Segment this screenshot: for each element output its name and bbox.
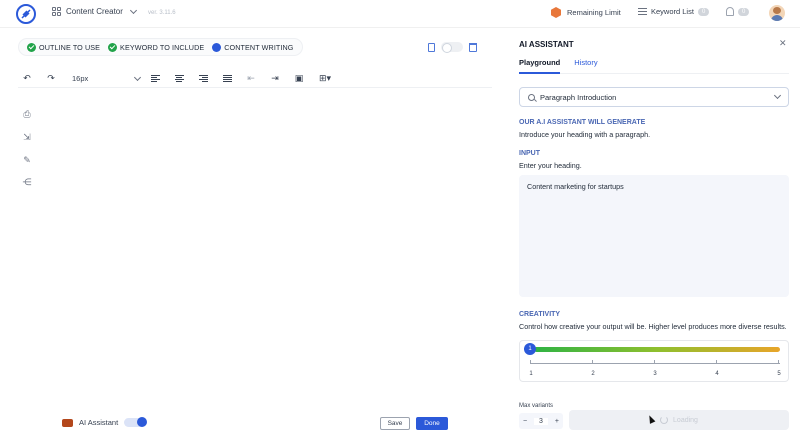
indent-icon[interactable]: ⇥ xyxy=(266,72,284,86)
creativity-description: Control how creative your output will be… xyxy=(519,322,787,331)
chevron-down-icon xyxy=(129,6,137,14)
generate-heading: OUR A.I ASSISTANT WILL GENERATE xyxy=(519,119,646,126)
max-variants-stepper: − 3 + xyxy=(519,413,563,429)
trash-icon[interactable] xyxy=(469,42,477,52)
check-circle-icon xyxy=(108,42,118,52)
scale-label: 3 xyxy=(653,371,657,377)
align-justify-icon[interactable] xyxy=(218,72,236,86)
list-icon xyxy=(638,8,647,15)
step-label: CONTENT WRITING xyxy=(224,42,294,52)
scale-tick xyxy=(530,360,531,364)
input-heading: INPUT xyxy=(519,150,540,157)
creativity-scale xyxy=(530,360,780,364)
tab-playground[interactable]: Playground xyxy=(519,58,561,74)
max-variants-value[interactable]: 3 xyxy=(534,417,548,425)
ai-assistant-switch[interactable]: AI Assistant xyxy=(62,417,148,427)
decrement-button[interactable]: − xyxy=(523,418,527,425)
app-name: Content Creator xyxy=(66,7,123,16)
align-right-icon[interactable] xyxy=(194,72,212,86)
limit-hexagon-icon xyxy=(551,7,561,18)
keyword-count-badge: 0 xyxy=(697,7,710,16)
scale-tick xyxy=(716,360,717,364)
font-size-select[interactable]: 16px xyxy=(72,73,142,83)
step-keywords[interactable]: KEYWORD TO INCLUDE xyxy=(104,42,208,52)
notification-count-badge: 0 xyxy=(738,7,750,16)
generate-description: Introduce your heading with a paragraph. xyxy=(519,130,651,139)
document-icon[interactable] xyxy=(428,42,435,52)
input-prompt: Enter your heading. xyxy=(519,161,582,170)
align-left-icon[interactable] xyxy=(146,72,164,86)
scale-label: 4 xyxy=(715,371,719,377)
outdent-icon[interactable]: ⇤ xyxy=(242,72,260,86)
share-icon[interactable]: ⋲ xyxy=(22,177,32,187)
heading-input[interactable]: Content marketing for startups xyxy=(519,175,789,297)
loading-spinner-icon xyxy=(660,416,669,424)
increment-button[interactable]: + xyxy=(555,418,559,425)
scale-tick xyxy=(778,360,779,364)
font-size-value: 16px xyxy=(72,74,89,83)
editor-toolbar: ↶ ↷ 16px ⇤ ⇥ ▣ ⊞▾ xyxy=(18,70,492,88)
scale-tick xyxy=(654,360,655,364)
user-avatar[interactable] xyxy=(769,5,785,21)
workflow-steps: OUTLINE TO USE KEYWORD TO INCLUDE CONTEN… xyxy=(18,38,303,56)
export-file-icon[interactable]: ⇲ xyxy=(22,132,32,142)
search-icon xyxy=(528,93,535,101)
redo-icon[interactable]: ↷ xyxy=(42,72,60,86)
remaining-limit-label: Remaining Limit xyxy=(567,8,621,17)
app-switcher[interactable]: Content Creator xyxy=(52,6,137,16)
step-label: KEYWORD TO INCLUDE xyxy=(120,42,205,52)
view-toggle[interactable] xyxy=(441,42,463,53)
chevron-down-icon xyxy=(773,91,782,100)
keyword-list-button[interactable]: Keyword List 0 xyxy=(638,7,710,16)
creativity-track[interactable] xyxy=(534,347,780,352)
panel-tabs: Playground History xyxy=(519,58,789,74)
import-file-icon[interactable]: ⎙ xyxy=(22,109,32,119)
notifications-button[interactable]: 0 xyxy=(726,7,750,16)
undo-icon[interactable]: ↶ xyxy=(18,72,36,86)
creativity-heading: CREATIVITY xyxy=(519,311,561,318)
step-label: OUTLINE TO USE xyxy=(39,42,101,52)
save-button[interactable]: Save xyxy=(380,417,410,430)
align-center-icon[interactable] xyxy=(170,72,188,86)
check-circle-icon xyxy=(27,42,36,52)
app-logo-icon[interactable] xyxy=(16,4,36,24)
max-variants-label: Max variants xyxy=(519,403,554,409)
template-select-value: Paragraph Introduction xyxy=(540,92,617,102)
keyword-list-label: Keyword List xyxy=(651,7,694,16)
ai-assistant-label: AI Assistant xyxy=(79,418,119,427)
generate-button[interactable]: Loading xyxy=(569,410,789,430)
remaining-limit-button[interactable]: Remaining Limit xyxy=(551,7,621,18)
table-icon[interactable]: ⊞▾ xyxy=(314,72,336,86)
done-button[interactable]: Done xyxy=(416,417,448,430)
chevron-down-icon xyxy=(133,73,142,81)
scale-label: 5 xyxy=(777,371,781,377)
edit-icon[interactable]: ✎ xyxy=(22,155,32,165)
template-select[interactable]: Paragraph Introduction xyxy=(519,87,789,107)
tab-history[interactable]: History xyxy=(574,58,597,74)
creativity-slider[interactable]: 1 1 2 3 4 5 xyxy=(519,340,789,382)
ai-assistant-toggle[interactable] xyxy=(124,417,148,427)
panel-title: AI ASSISTANT xyxy=(519,40,574,49)
editor-mini-tools xyxy=(428,42,477,53)
ai-assistant-logo-icon xyxy=(62,418,73,427)
version-label: ver. 3.11.6 xyxy=(148,10,176,16)
step-content-writing[interactable]: CONTENT WRITING xyxy=(208,42,297,52)
scale-label: 2 xyxy=(591,371,595,377)
ai-assistant-panel: AI ASSISTANT ✕ Playground History Paragr… xyxy=(505,28,800,438)
bell-icon xyxy=(726,7,734,16)
apps-grid-icon xyxy=(52,7,61,16)
creativity-knob[interactable]: 1 xyxy=(524,343,536,355)
scale-tick xyxy=(592,360,593,364)
loading-label: Loading xyxy=(673,416,698,424)
scale-label: 1 xyxy=(529,371,533,377)
active-step-dot-icon xyxy=(212,42,222,52)
step-outline[interactable]: OUTLINE TO USE xyxy=(23,42,104,52)
top-bar: Content Creator ver. 3.11.6 Remaining Li… xyxy=(0,0,800,28)
image-icon[interactable]: ▣ xyxy=(290,72,308,86)
close-icon[interactable]: ✕ xyxy=(779,38,787,49)
